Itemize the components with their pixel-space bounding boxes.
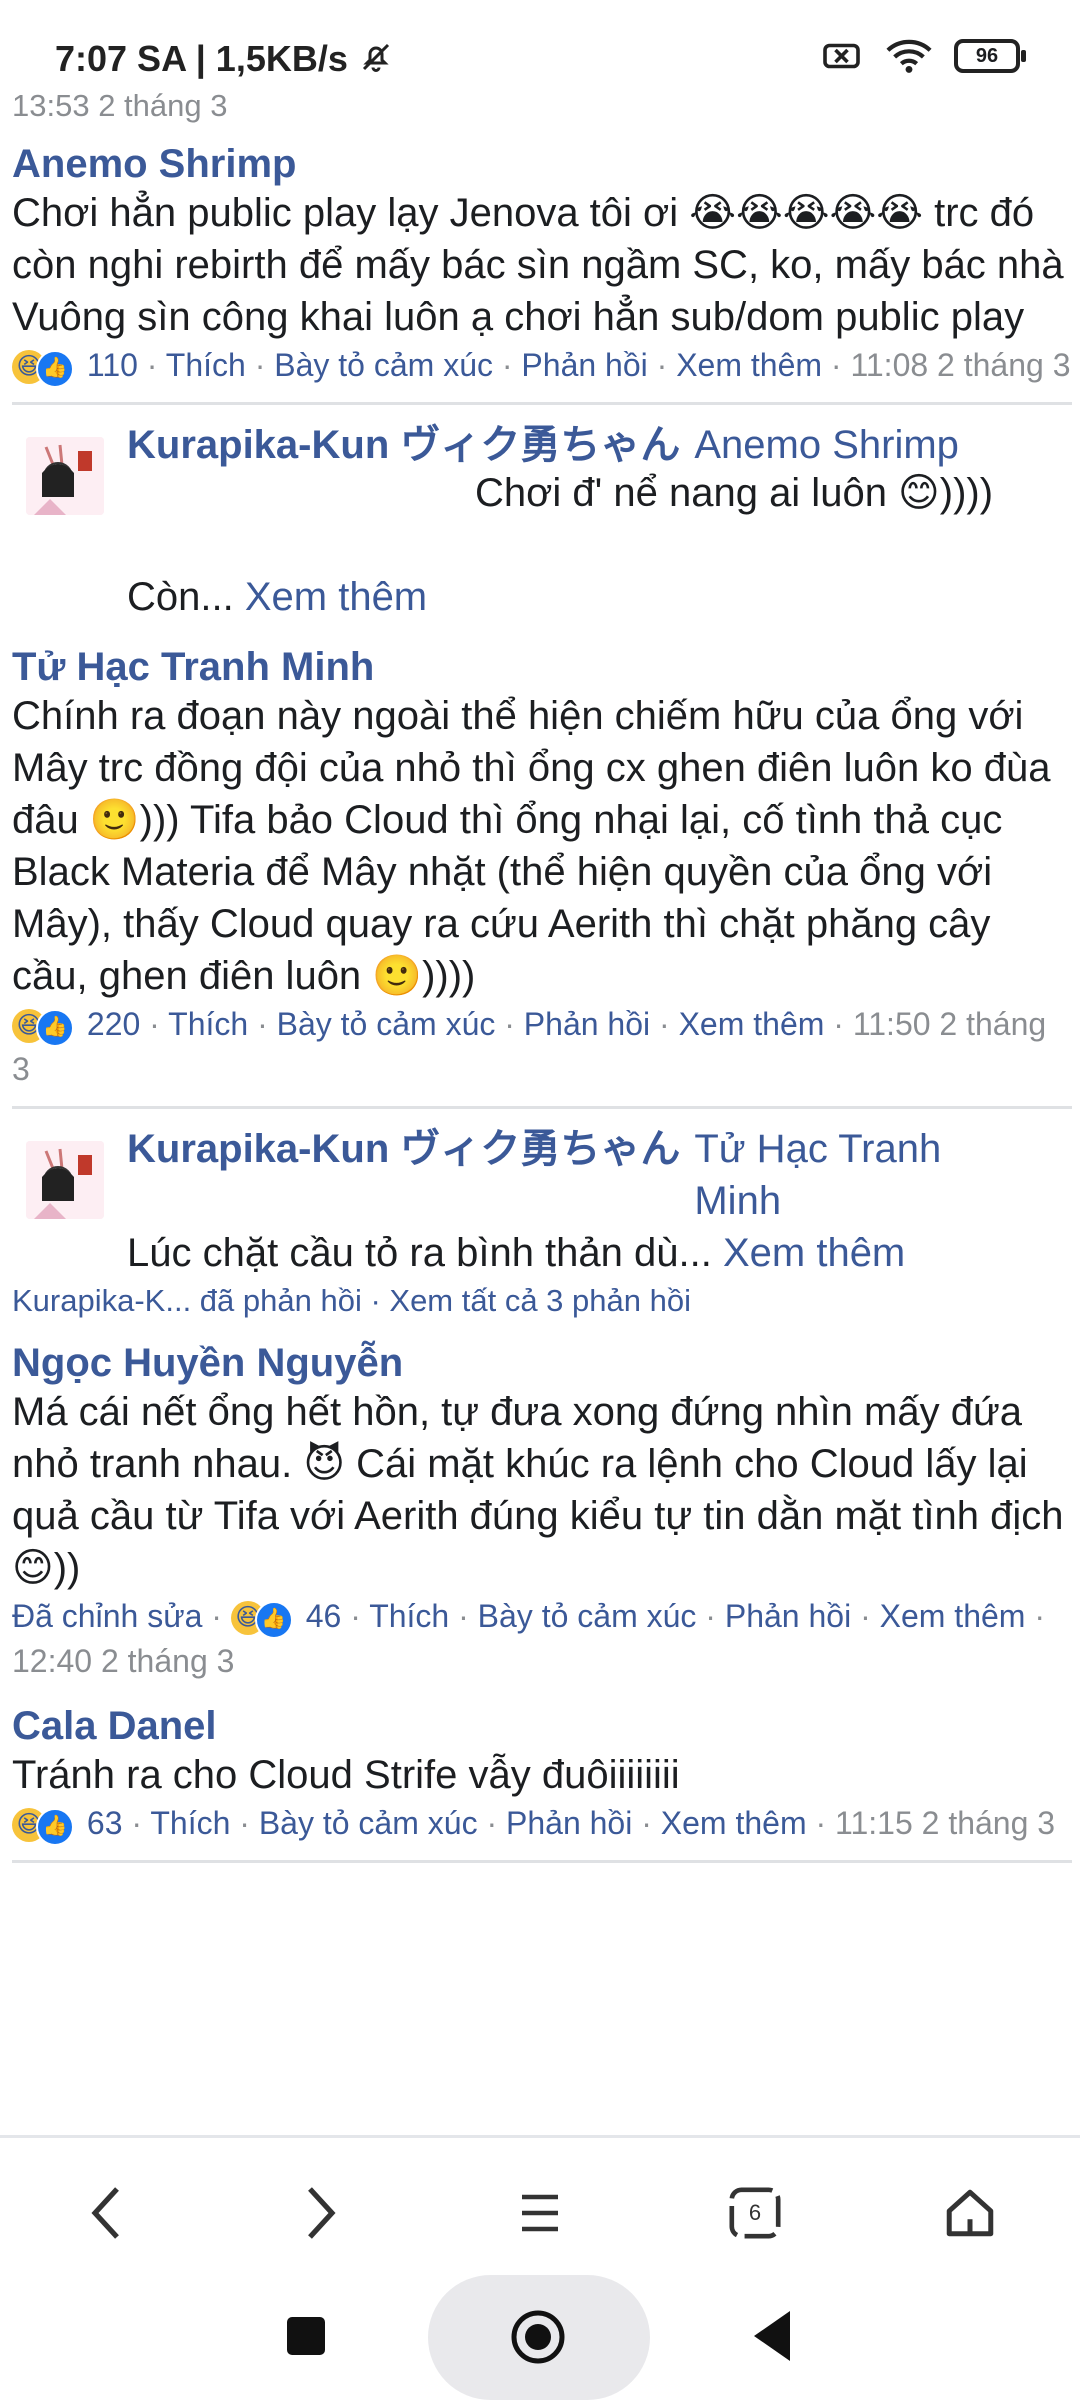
comment-text-part: Chơi hẳn public play lạy Jenova tôi ơi bbox=[12, 191, 690, 235]
back-icon[interactable] bbox=[72, 2178, 142, 2248]
reply-text-part: Còn... bbox=[127, 575, 234, 619]
comment-text: Chơi hẳn public play lạy Jenova tôi ơi 😭… bbox=[12, 187, 1072, 343]
comment-actions: 😆 👍 220 · Thích · Bày tỏ cảm xúc · Phản h… bbox=[12, 1006, 1047, 1087]
like-icon: 👍 bbox=[36, 1008, 74, 1047]
react-button[interactable]: Bày tỏ cảm xúc bbox=[277, 1006, 496, 1042]
forward-icon[interactable] bbox=[285, 2178, 355, 2248]
reply: Kurapika-Kun ヴィク勇ちゃん Tử Hạc Tranh Minh L… bbox=[12, 1123, 1072, 1279]
like-icon: 👍 bbox=[36, 349, 74, 388]
more-button[interactable]: Xem thêm bbox=[880, 1598, 1026, 1634]
reply-head: Kurapika-Kun ヴィク勇ちゃん Anemo Shrimp bbox=[127, 419, 1072, 471]
react-button[interactable]: Bày tỏ cảm xúc bbox=[259, 1805, 478, 1841]
mention-link[interactable]: Anemo Shrimp bbox=[694, 423, 959, 467]
comment: Ngọc Huyền Nguyễn Má cái nết ổng hết hồn… bbox=[12, 1341, 1072, 1684]
comment: Cala Danel Tránh ra cho Cloud Strife vẫy… bbox=[12, 1704, 1072, 1846]
see-more-link[interactable]: Xem thêm bbox=[723, 1231, 905, 1275]
react-button[interactable]: Bày tỏ cảm xúc bbox=[478, 1598, 697, 1634]
comment: Tử Hạc Tranh Minh Chính ra đoạn này ngoà… bbox=[12, 645, 1072, 1092]
status-left: 7:07 SA | 1,5KB/s bbox=[55, 38, 394, 80]
back-triangle-icon[interactable] bbox=[752, 2309, 792, 2363]
like-button[interactable]: Thích bbox=[168, 1006, 248, 1042]
reply-button[interactable]: Phản hồi bbox=[725, 1598, 851, 1634]
avatar-image bbox=[26, 437, 104, 515]
reply-button[interactable]: Phản hồi bbox=[506, 1805, 632, 1841]
comment-text: Tránh ra cho Cloud Strife vẫy đuôiiiiiii… bbox=[12, 1753, 680, 1797]
comment-time: 11:15 2 tháng 3 bbox=[835, 1805, 1056, 1841]
battery-level: 96 bbox=[975, 44, 999, 67]
reply-head: Kurapika-Kun ヴィク勇ちゃん Tử Hạc Tranh Minh bbox=[127, 1123, 1072, 1227]
reply-text: Chơi đ' nể nang ai luôn 😊)))) bbox=[475, 467, 1075, 519]
comment-actions: Đã chỉnh sửa · 😆 👍 46 · Thích · Bày tỏ cả… bbox=[12, 1598, 1045, 1679]
crying-emojis: 😭😭😭😭😭 bbox=[689, 191, 923, 235]
reply-text-more: Còn... Xem thêm bbox=[127, 571, 1072, 623]
see-more-link[interactable]: Xem thêm bbox=[245, 575, 427, 619]
reply-text-part: Chơi đ' nể nang ai luôn 😊)))) bbox=[475, 471, 994, 515]
avatar-image bbox=[26, 1141, 104, 1219]
more-button[interactable]: Xem thêm bbox=[676, 347, 822, 383]
like-button[interactable]: Thích bbox=[166, 347, 246, 383]
like-button[interactable]: Thích bbox=[150, 1805, 230, 1841]
bell-off-icon bbox=[362, 43, 389, 72]
status-right: 96 bbox=[822, 38, 1026, 74]
like-button[interactable]: Thích bbox=[369, 1598, 449, 1634]
reply-button[interactable]: Phản hồi bbox=[521, 347, 647, 383]
home-circle-icon[interactable] bbox=[510, 2309, 566, 2365]
divider bbox=[12, 1860, 1072, 1863]
battery-icon: 96 bbox=[954, 39, 1026, 73]
reaction-count[interactable]: 63 bbox=[87, 1805, 123, 1841]
avatar[interactable] bbox=[26, 437, 104, 515]
comment-text: Chính ra đoạn này ngoài thể hiện chiếm h… bbox=[12, 694, 1051, 998]
reaction-count[interactable]: 46 bbox=[306, 1598, 342, 1634]
like-icon: 👍 bbox=[254, 1600, 293, 1639]
react-button[interactable]: Bày tỏ cảm xúc bbox=[274, 347, 493, 383]
divider bbox=[12, 402, 1072, 405]
more-button[interactable]: Xem thêm bbox=[661, 1805, 807, 1841]
reply-text-part: Lúc chặt cầu tỏ ra bình thản dù... bbox=[127, 1231, 712, 1275]
reaction-icons[interactable]: 😆 👍 bbox=[12, 349, 74, 388]
system-nav-bar bbox=[0, 2275, 1080, 2400]
browser-nav-bar: 6 bbox=[0, 2135, 1080, 2278]
reply-first-line: Anemo Shrimp bbox=[694, 419, 959, 471]
comment-time: 11:08 2 tháng 3 bbox=[850, 347, 1071, 383]
comment-author[interactable]: Tử Hạc Tranh Minh bbox=[12, 645, 1072, 690]
comment-text: Má cái nết ổng hết hồn, tự đưa xong đứng… bbox=[12, 1390, 1064, 1590]
wifi-icon bbox=[886, 39, 932, 73]
comments-list: 13:53 2 tháng 3 Anemo Shrimp Chơi hẳn pu… bbox=[12, 88, 1072, 1863]
menu-icon[interactable] bbox=[505, 2178, 575, 2248]
comment-actions: 😆 👍 110 · Thích · Bày tỏ cảm xúc · Phản h… bbox=[12, 343, 1072, 388]
comment-time: 12:40 2 tháng 3 bbox=[12, 1643, 235, 1679]
comment: Anemo Shrimp Chơi hẳn public play lạy Je… bbox=[12, 142, 1072, 388]
tabs-count: 6 bbox=[748, 2200, 762, 2225]
reply-text: Lúc chặt cầu tỏ ra bình thản dù... Xem t… bbox=[127, 1227, 1072, 1279]
comment-author[interactable]: Anemo Shrimp bbox=[12, 142, 1072, 187]
comment-author[interactable]: Cala Danel bbox=[12, 1704, 1072, 1749]
comment-author[interactable]: Ngọc Huyền Nguyễn bbox=[12, 1341, 1072, 1386]
comment-actions: 😆 👍 63 · Thích · Bày tỏ cảm xúc · Phản hồ… bbox=[12, 1801, 1072, 1846]
view-all-replies[interactable]: Kurapika-K... đã phản hồi · Xem tất cả 3… bbox=[12, 1279, 1072, 1323]
avatar[interactable] bbox=[26, 1141, 104, 1219]
reaction-icons[interactable]: 😆 👍 bbox=[230, 1600, 293, 1639]
reply-author[interactable]: Kurapika-Kun ヴィク勇ちゃん bbox=[127, 1123, 680, 1227]
divider bbox=[12, 1106, 1072, 1109]
more-button[interactable]: Xem thêm bbox=[679, 1006, 825, 1042]
reaction-count[interactable]: 110 bbox=[87, 347, 138, 383]
time-speed: 7:07 SA | 1,5KB/s bbox=[55, 38, 348, 79]
reaction-count[interactable]: 220 bbox=[87, 1006, 140, 1042]
recents-icon[interactable] bbox=[287, 2317, 325, 2355]
home-icon[interactable] bbox=[935, 2178, 1005, 2248]
reply-button[interactable]: Phản hồi bbox=[524, 1006, 650, 1042]
reply-author[interactable]: Kurapika-Kun ヴィク勇ちゃん bbox=[127, 419, 680, 471]
edited-label[interactable]: Đã chỉnh sửa bbox=[12, 1598, 202, 1634]
tabs-icon[interactable]: 6 bbox=[720, 2178, 790, 2248]
timestamp: 13:53 2 tháng 3 bbox=[12, 88, 228, 123]
like-icon: 👍 bbox=[36, 1807, 74, 1846]
reaction-icons[interactable]: 😆 👍 bbox=[12, 1807, 74, 1846]
battery-x-icon bbox=[823, 43, 860, 69]
mention-link[interactable]: Tử Hạc Tranh Minh bbox=[694, 1123, 994, 1227]
reply: Kurapika-Kun ヴィク勇ちゃん Anemo Shrimp Chơi đ… bbox=[12, 419, 1072, 623]
reaction-icons[interactable]: 😆 👍 bbox=[12, 1008, 74, 1047]
